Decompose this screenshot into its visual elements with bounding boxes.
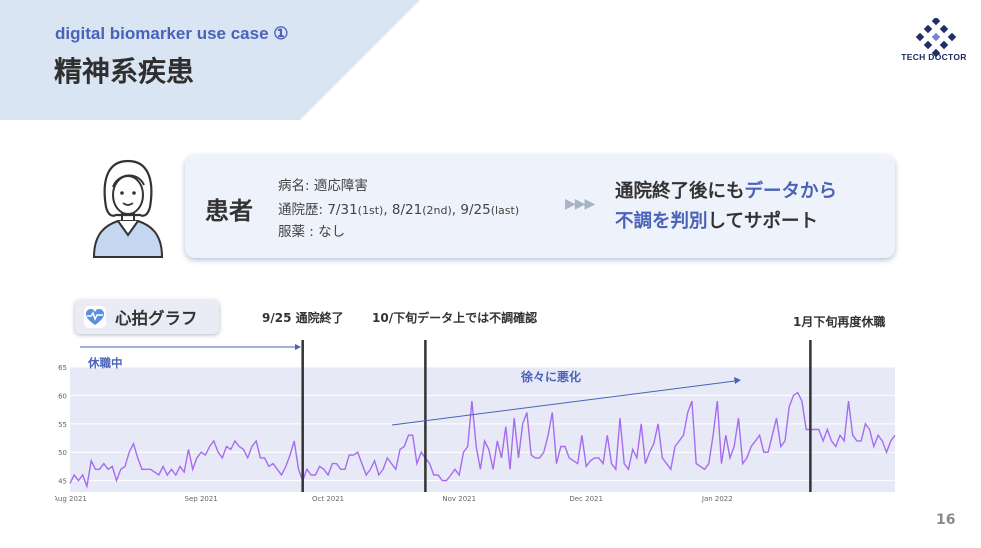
- support-message: 通院終了後にもデータから 不調を判別してサポート: [615, 177, 837, 237]
- page-number: 16: [936, 512, 956, 528]
- y-tick-label: 60: [58, 392, 67, 400]
- on-leave-arrowhead: [295, 344, 301, 350]
- heart-rate-graph-label: 心拍グラフ: [75, 300, 219, 334]
- visit-separator: ,: [383, 202, 392, 218]
- slide-subtitle: digital biomarker use case ①: [55, 24, 289, 43]
- worsening-label: 徐々に悪化: [520, 369, 581, 384]
- on-leave-label: 休職中: [87, 356, 123, 370]
- heart-rate-chart: 45 50 55 60 65 Aug 2021 Sep 2021 Oct 2021 Nov 2…: [55, 340, 896, 503]
- x-tick-label: Sep 2021: [185, 495, 218, 503]
- visit-history: 通院歴: 7/31(1st), 8/21(2nd), 9/25(last): [278, 198, 519, 218]
- medication: 服薬 : なし: [278, 224, 346, 240]
- event-label-end-visit: 9/25 通院終了: [262, 311, 344, 325]
- support-highlight: 不調を判別: [615, 211, 708, 232]
- support-highlight: データから: [744, 181, 838, 202]
- x-tick-label: Jan 2022: [701, 495, 733, 503]
- y-tick-label: 45: [58, 478, 67, 486]
- visit-tag-3: (last): [490, 204, 520, 217]
- visit-tag-2: (2nd): [422, 204, 452, 217]
- plot-area: [70, 367, 895, 492]
- triple-arrow-icon: ▶▶▶: [565, 196, 595, 212]
- visit-date-3: 9/25: [460, 202, 491, 218]
- support-text: してサポート: [707, 211, 818, 232]
- event-label-leave-again: 1月下旬再度休職: [793, 315, 886, 329]
- y-tick-label: 55: [58, 421, 67, 429]
- x-tick-label: Nov 2021: [442, 495, 476, 503]
- patient-info-card: 患者 病名: 適応障害 通院歴: 7/31(1st), 8/21(2nd), 9…: [185, 155, 895, 258]
- x-tick-label: Aug 2021: [55, 495, 87, 503]
- heart-pulse-icon: [84, 306, 106, 328]
- disease-name: 病名: 適応障害: [278, 178, 368, 194]
- graph-title: 心拍グラフ: [115, 309, 198, 328]
- y-tick-label: 65: [58, 364, 67, 372]
- visit-history-prefix: 通院歴:: [278, 202, 328, 218]
- x-tick-label: Oct 2021: [312, 495, 344, 503]
- event-label-data-bad: 10/下旬データ上では不調確認: [372, 311, 538, 325]
- slide-title: 精神系疾患: [54, 55, 195, 88]
- visit-tag-1: (1st): [357, 204, 384, 217]
- support-text: 通院終了後にも: [615, 181, 745, 202]
- y-tick-label: 50: [58, 449, 67, 457]
- visit-date-1: 7/31: [327, 202, 358, 218]
- visit-date-2: 8/21: [391, 202, 423, 218]
- logo-text: TECH DOCTOR: [901, 52, 967, 62]
- x-tick-label: Dec 2021: [569, 495, 603, 503]
- patient-avatar: [92, 159, 164, 258]
- patient-label: 患者: [205, 197, 253, 225]
